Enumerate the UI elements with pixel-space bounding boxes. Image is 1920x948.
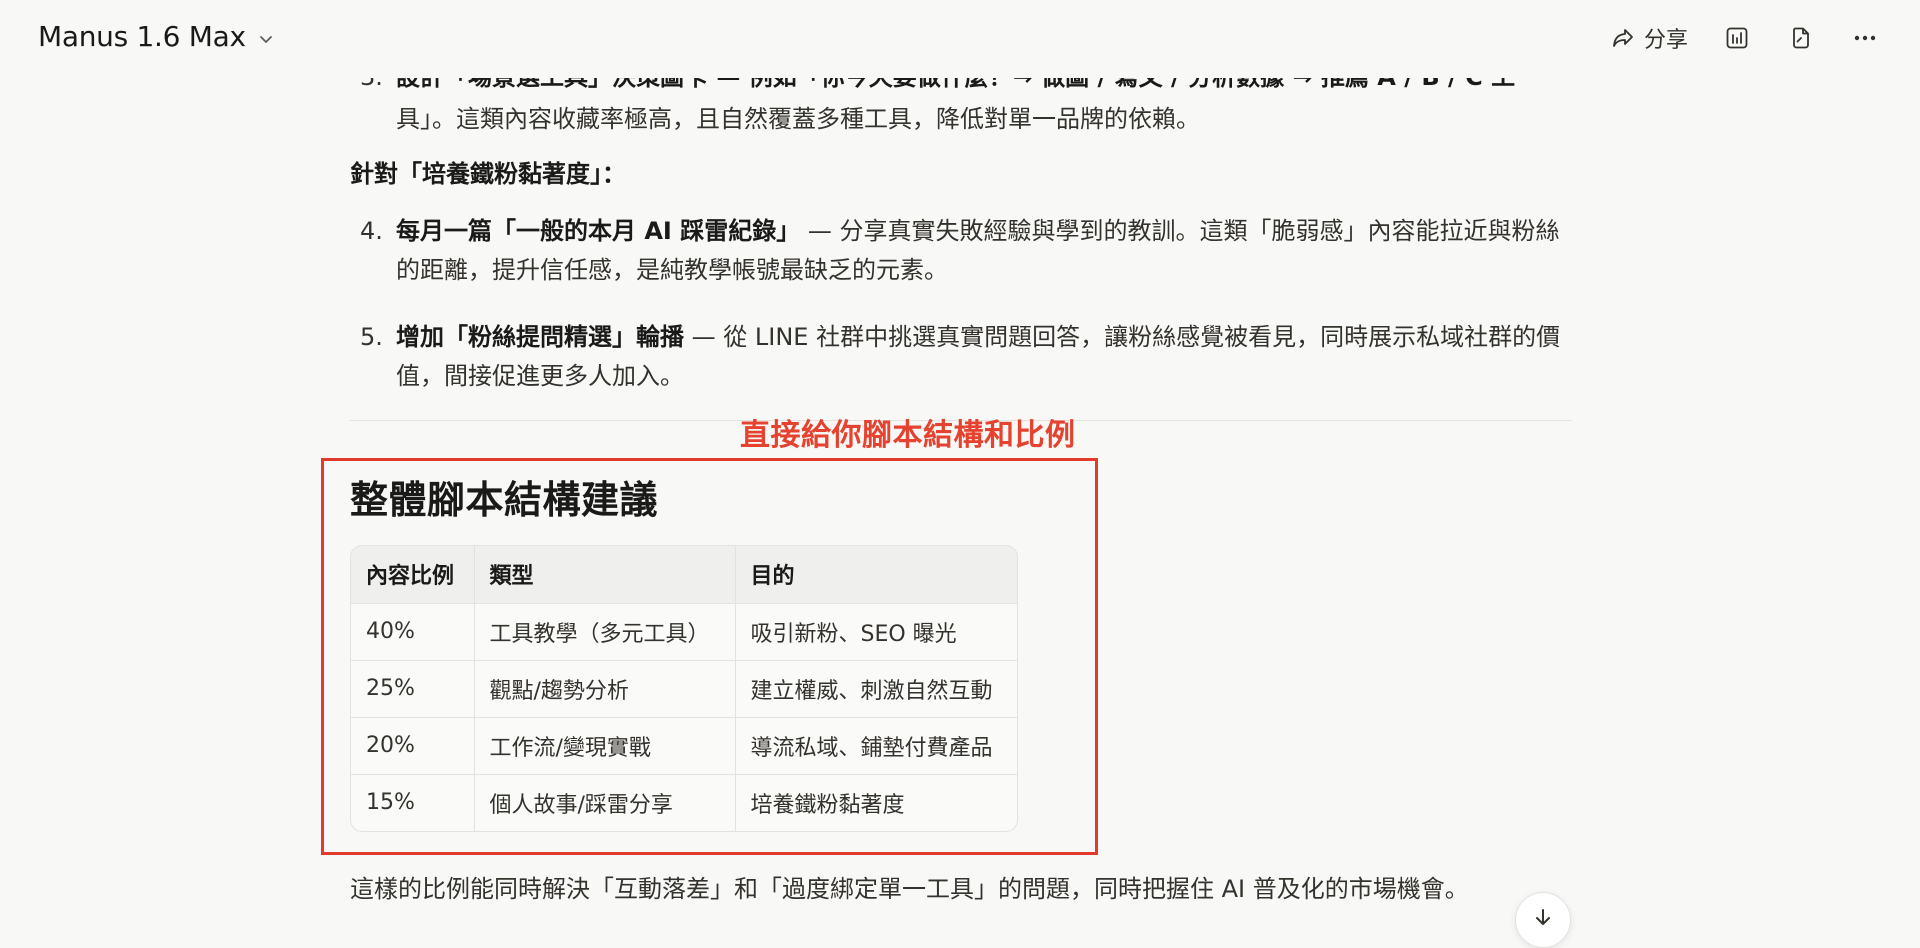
table-cell: 個人故事/踩雷分享	[474, 774, 736, 831]
summary-text: 這樣的比例能同時解決「互動落差」和「過度綁定單一工具」的問題，同時把握住 AI …	[350, 875, 1469, 903]
document-button[interactable]	[1786, 23, 1816, 53]
share-button[interactable]: 分享	[1610, 22, 1688, 54]
header-actions: 分享	[1610, 22, 1880, 54]
table-cell: 工作流/變現實戰	[474, 717, 736, 775]
model-name: Manus 1.6 Max	[38, 20, 246, 53]
section-title: 整體腳本結構建議	[350, 478, 659, 522]
list-text-bold: 增加「粉絲提問精選」輪播	[396, 323, 684, 351]
list-text: 每月一篇「一般的本月 AI 踩雷紀錄」 — 分享真實失敗經驗與學到的教訓。這類「…	[396, 212, 1572, 290]
table-cell: 吸引新粉、SEO 曝光	[735, 603, 1017, 661]
list-number: 5.	[360, 323, 383, 351]
structure-table: 內容比例 類型 目的 40% 工具教學（多元工具） 吸引新粉、SEO 曝光 25…	[350, 545, 1018, 832]
section-subheading: 針對「培養鐵粉黏著度」：	[350, 160, 626, 188]
table: 內容比例 類型 目的 40% 工具教學（多元工具） 吸引新粉、SEO 曝光 25…	[351, 546, 1017, 831]
annotation-label: 直接給你腳本結構和比例	[740, 418, 1076, 453]
arrow-down-icon	[1536, 909, 1550, 925]
table-cell: 觀點/趨勢分析	[474, 660, 736, 718]
table-header-cell: 目的	[735, 546, 1017, 604]
table-cell: 20%	[351, 717, 475, 775]
table-header-cell: 內容比例	[351, 546, 475, 604]
list-text-bold: 每月一篇「一般的本月 AI 踩雷紀錄」	[396, 217, 801, 245]
top-bar: Manus 1.6 Max 分享	[0, 0, 1920, 78]
table-cell: 15%	[351, 774, 475, 831]
table-cell: 培養鐵粉黏著度	[750, 792, 905, 818]
table-cell: 工具教學（多元工具）	[474, 603, 736, 661]
table-header-cell: 類型	[474, 546, 736, 604]
more-button[interactable]	[1850, 23, 1880, 53]
list-number: 4.	[360, 217, 383, 245]
table-cell: 建立權威、刺激自然互動	[735, 660, 1017, 718]
list-text: 具」。這類內容收藏率極高，且自然覆蓋多種工具，降低對單一品牌的依賴。	[396, 105, 1200, 133]
chevron-down-icon	[259, 35, 272, 43]
table-cell: 導流私域、鋪墊付費產品	[735, 717, 1017, 775]
table-row: 15% 個人故事/踩雷分享 培養鐵粉黏著度	[351, 774, 1017, 831]
table-cell: 40%	[351, 603, 475, 661]
more-icon	[1854, 35, 1876, 41]
list-text: 增加「粉絲提問精選」輪播 — 從 LINE 社群中挑選真實問題回答，讓粉絲感覺被…	[396, 318, 1572, 396]
scroll-to-bottom-button[interactable]	[1515, 892, 1571, 948]
model-selector[interactable]: Manus 1.6 Max	[38, 20, 274, 53]
table-cell: 25%	[351, 660, 475, 718]
table-row: 40% 工具教學（多元工具） 吸引新粉、SEO 曝光	[351, 603, 1017, 661]
document-icon	[1793, 27, 1809, 49]
table-header-row: 內容比例 類型 目的	[351, 546, 1017, 604]
report-button[interactable]	[1722, 23, 1752, 53]
share-icon	[1613, 29, 1633, 47]
table-row: 25% 觀點/趨勢分析 建立權威、刺激自然互動	[351, 660, 1017, 718]
report-icon	[1726, 27, 1748, 49]
table-row: 20% 工作流/變現實戰 導流私域、鋪墊付費產品	[351, 717, 1017, 775]
share-label: 分享	[1643, 28, 1688, 53]
